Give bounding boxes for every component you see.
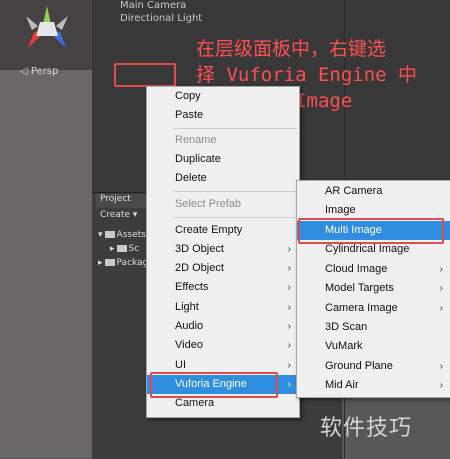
persp-label[interactable]: ◁ Persp — [20, 66, 58, 77]
folder-icon — [116, 245, 127, 252]
menu-separator — [173, 217, 297, 218]
menu-item-ground-plane[interactable]: Ground Plane › — [297, 357, 450, 376]
menu-item-delete[interactable]: Delete — [147, 169, 299, 188]
submenu-arrow-icon: › — [439, 380, 443, 391]
submenu-arrow-icon: › — [287, 321, 291, 332]
folder-icon — [104, 231, 115, 238]
menu-item-create-empty[interactable]: Create Empty — [147, 221, 299, 240]
menu-item-light[interactable]: Light › — [147, 298, 299, 317]
tree-item-assets[interactable]: ▾ Assets — [98, 230, 146, 240]
submenu-arrow-icon: › — [287, 302, 291, 313]
submenu-arrow-icon: › — [439, 264, 443, 275]
expand-triangle-icon[interactable]: ▾ — [98, 230, 103, 240]
hierarchy-item-main-camera[interactable]: Main Camera — [120, 0, 186, 11]
menu-item-3d-object[interactable]: 3D Object › — [147, 240, 299, 259]
menu-item-video[interactable]: Video › — [147, 336, 299, 355]
highlight-box-right-click — [114, 63, 176, 87]
menu-item-copy[interactable]: Copy — [147, 87, 299, 106]
submenu-arrow-icon: › — [287, 263, 291, 274]
menu-item-audio[interactable]: Audio › — [147, 317, 299, 336]
highlight-box-vuforia-engine — [150, 372, 278, 398]
scene-gizmo-icon[interactable] — [18, 2, 76, 58]
menu-item-2d-object[interactable]: 2D Object › — [147, 259, 299, 278]
annotation-line: 择 Vuforia Engine 中 — [196, 64, 418, 86]
menu-separator — [173, 128, 297, 129]
create-button[interactable]: Create ▾ — [100, 210, 137, 220]
watermark-text: 软件技巧 — [320, 416, 413, 441]
submenu-arrow-icon: › — [287, 360, 291, 371]
menu-item-ar-camera[interactable]: AR Camera — [297, 182, 450, 201]
hierarchy-item-directional-light[interactable]: Directional Light — [120, 13, 202, 24]
submenu-arrow-icon: › — [287, 244, 291, 255]
menu-item-effects[interactable]: Effects › — [147, 278, 299, 297]
menu-item-cloud-image[interactable]: Cloud Image › — [297, 260, 450, 279]
submenu-arrow-icon: › — [439, 361, 443, 372]
annotation-line: 在层级面板中，右键选 — [196, 38, 387, 60]
folder-icon — [104, 259, 115, 266]
project-tab[interactable]: Project — [96, 194, 152, 208]
menu-item-duplicate[interactable]: Duplicate — [147, 150, 299, 169]
submenu-arrow-icon: › — [287, 282, 291, 293]
menu-item-3d-scan[interactable]: 3D Scan — [297, 318, 450, 337]
submenu-arrow-icon: › — [439, 283, 443, 294]
menu-separator — [173, 191, 297, 192]
menu-item-select-prefab: Select Prefab — [175, 198, 242, 210]
submenu-arrow-icon: › — [287, 340, 291, 351]
menu-item-model-targets[interactable]: Model Targets › — [297, 279, 450, 298]
highlight-box-multi-image — [298, 218, 444, 244]
vuforia-submenu: AR Camera Image Multi Image Cylindrical … — [296, 180, 450, 398]
menu-item-camera-image[interactable]: Camera Image › — [297, 299, 450, 318]
menu-item-rename: Rename — [175, 134, 217, 146]
menu-item-mid-air[interactable]: Mid Air › — [297, 376, 450, 395]
submenu-arrow-icon: › — [287, 379, 291, 390]
menu-item-paste[interactable]: Paste — [147, 106, 299, 125]
expand-triangle-icon[interactable]: ▸ — [98, 258, 103, 268]
context-menu: Copy Paste Rename Duplicate Delete Selec… — [146, 86, 300, 418]
menu-item-vumark[interactable]: VuMark — [297, 337, 450, 356]
submenu-arrow-icon: › — [439, 303, 443, 314]
expand-triangle-icon[interactable]: ▸ — [110, 244, 115, 254]
tree-item-scenes[interactable]: ▸ Sc — [110, 244, 139, 254]
